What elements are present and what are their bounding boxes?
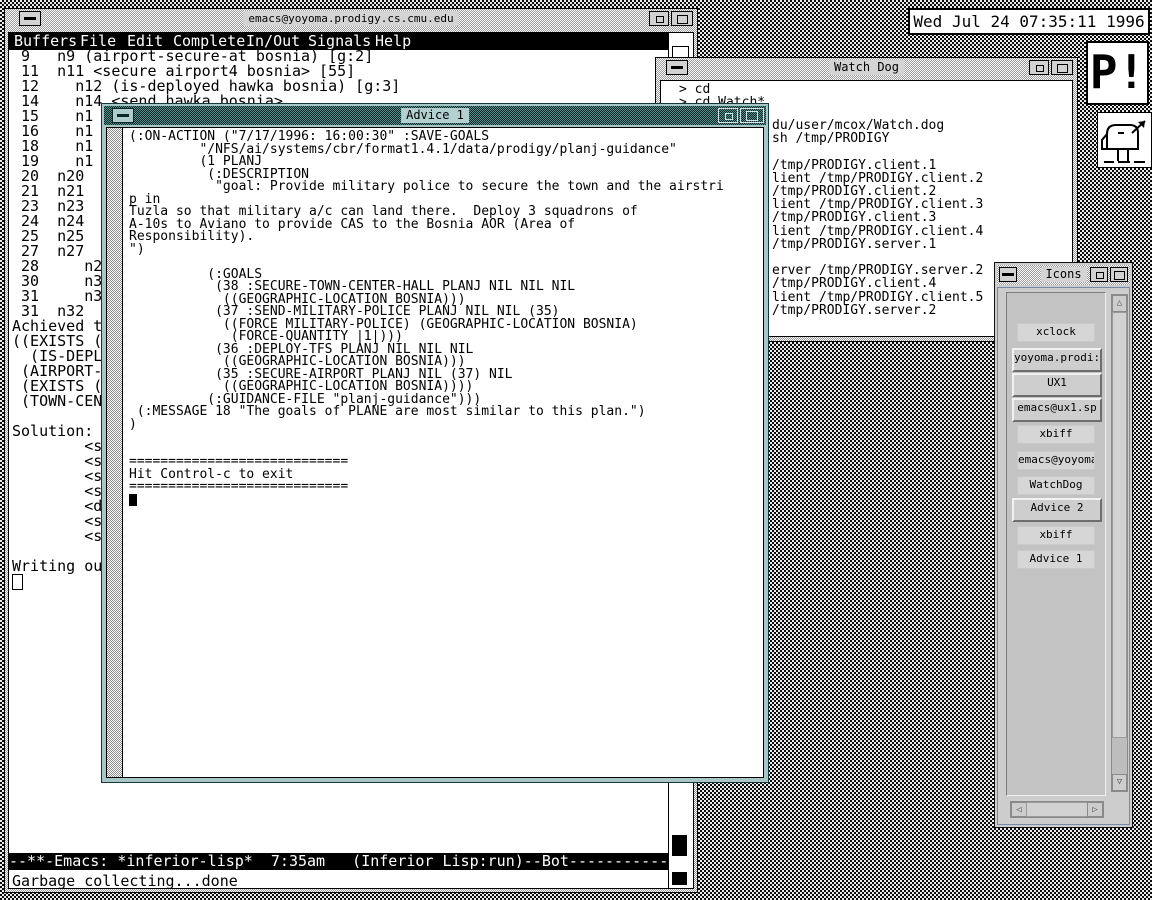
- window-menu-button[interactable]: [112, 108, 134, 123]
- large-square-icon: [677, 15, 688, 24]
- small-square-icon: [656, 16, 664, 23]
- scrollbar-thumb-modeline[interactable]: [672, 835, 687, 856]
- hscroll-thumb[interactable]: [1026, 802, 1088, 817]
- icon-button-yoyoma[interactable]: yoyoma.prodi:: [1012, 348, 1102, 372]
- icons-vscrollbar[interactable]: △ ▽: [1111, 294, 1128, 792]
- icon-button-advice2[interactable]: Advice 2: [1012, 498, 1102, 522]
- scroll-down-arrow[interactable]: ▽: [1112, 774, 1127, 791]
- window-title: emacs@yoyoma.prodigy.cs.cmu.edu: [243, 11, 458, 26]
- dash-icon: [24, 17, 36, 20]
- small-square-icon: [1036, 65, 1044, 72]
- emacs-hollow-cursor: [12, 574, 23, 590]
- prodigy-icon[interactable]: P!: [1086, 41, 1149, 105]
- scroll-up-arrow[interactable]: △: [1112, 295, 1127, 312]
- watchdog-log-text: du/user/mcox/Watch.dog sh /tmp/PRODIGY /…: [772, 119, 983, 317]
- advice1-scrollbar[interactable]: [107, 128, 123, 777]
- icon-button-emacs-ux1[interactable]: emacs@ux1.sp: [1012, 398, 1102, 422]
- scroll-right-arrow[interactable]: ▷: [1087, 802, 1103, 817]
- scroll-left-arrow[interactable]: ◁: [1011, 802, 1027, 817]
- window-title: Watch Dog: [829, 60, 904, 75]
- window-menu-button[interactable]: [19, 11, 41, 26]
- large-square-icon: [1057, 64, 1068, 73]
- icons-window: Icons xclock yoyoma.prodi: UX1 emacs@ux1…: [994, 262, 1133, 828]
- advice1-terminal[interactable]: (:ON-ACTION ("7/17/1996: 16:00:30" :SAVE…: [106, 127, 764, 778]
- icon-button-advice1[interactable]: Advice 1: [1017, 550, 1095, 569]
- window-menu-button[interactable]: [666, 60, 688, 75]
- iconify-button[interactable]: [649, 11, 669, 26]
- dash-icon: [671, 66, 683, 69]
- iconify-button[interactable]: [718, 108, 738, 123]
- maximize-button[interactable]: [1110, 267, 1128, 282]
- menu-help[interactable]: Help: [375, 34, 411, 49]
- advice1-block-cursor: [129, 494, 137, 506]
- scrollbar-thumb-echo[interactable]: [672, 872, 687, 885]
- window-title: Icons: [1040, 267, 1086, 282]
- icon-button-xclock[interactable]: xclock: [1017, 323, 1095, 342]
- small-square-icon: [1096, 272, 1104, 279]
- emacs-echo-area: Garbage collecting...done: [12, 873, 238, 889]
- window-title: Advice 1: [401, 108, 469, 123]
- emacs-modeline: --**-Emacs: *inferior-lisp* 7:35am (Infe…: [9, 853, 669, 870]
- icons-panel-body: xclock yoyoma.prodi: UX1 emacs@ux1.sp xb…: [997, 287, 1130, 825]
- maximize-button[interactable]: [671, 11, 693, 26]
- desktop-background: { "colors": { "teal_titlebar": "#558c8c"…: [0, 0, 1152, 900]
- iconify-button[interactable]: [1090, 267, 1108, 282]
- icon-button-xbiff-2[interactable]: xbiff: [1017, 526, 1095, 545]
- mailbox-icon: [1098, 113, 1151, 167]
- iconify-button[interactable]: [1029, 60, 1049, 75]
- advice1-text: (:ON-ACTION ("7/17/1996: 16:00:30" :SAVE…: [129, 131, 724, 494]
- window-menu-button[interactable]: [999, 267, 1017, 282]
- advice1-window: Advice 1 (:ON-ACTION ("7/17/1996: 16:00:…: [101, 103, 769, 783]
- xclock-window: Wed Jul 24 07:35:11 1996: [908, 8, 1150, 35]
- modeline-text: --**-Emacs: *inferior-lisp* 7:35am (Infe…: [9, 853, 669, 870]
- icon-button-ux1[interactable]: UX1: [1012, 373, 1102, 397]
- small-square-icon: [725, 113, 733, 120]
- icons-titlebar[interactable]: Icons: [997, 265, 1130, 285]
- xbiff-mailbox-icon[interactable]: [1097, 112, 1152, 168]
- large-square-icon: [746, 111, 758, 121]
- maximize-button[interactable]: [740, 108, 764, 123]
- icons-list: xclock yoyoma.prodi: UX1 emacs@ux1.sp xb…: [1006, 292, 1106, 796]
- icons-hscrollbar[interactable]: ◁ ▷: [1010, 801, 1104, 818]
- dash-icon: [1002, 273, 1014, 276]
- emacs-titlebar[interactable]: emacs@yoyoma.prodigy.cs.cmu.edu: [7, 9, 695, 30]
- vscroll-thumb[interactable]: [1112, 312, 1127, 738]
- icon-button-emacs-yoyoma[interactable]: emacs@yoyoma: [1017, 451, 1095, 470]
- dash-icon: [117, 114, 129, 117]
- icon-button-watchdog[interactable]: WatchDog: [1017, 476, 1095, 495]
- maximize-button[interactable]: [1051, 60, 1073, 75]
- icon-button-xbiff-1[interactable]: xbiff: [1017, 425, 1095, 444]
- advice1-titlebar[interactable]: Advice 1: [104, 106, 766, 125]
- large-square-icon: [1114, 271, 1125, 280]
- watchdog-titlebar[interactable]: Watch Dog: [658, 58, 1075, 78]
